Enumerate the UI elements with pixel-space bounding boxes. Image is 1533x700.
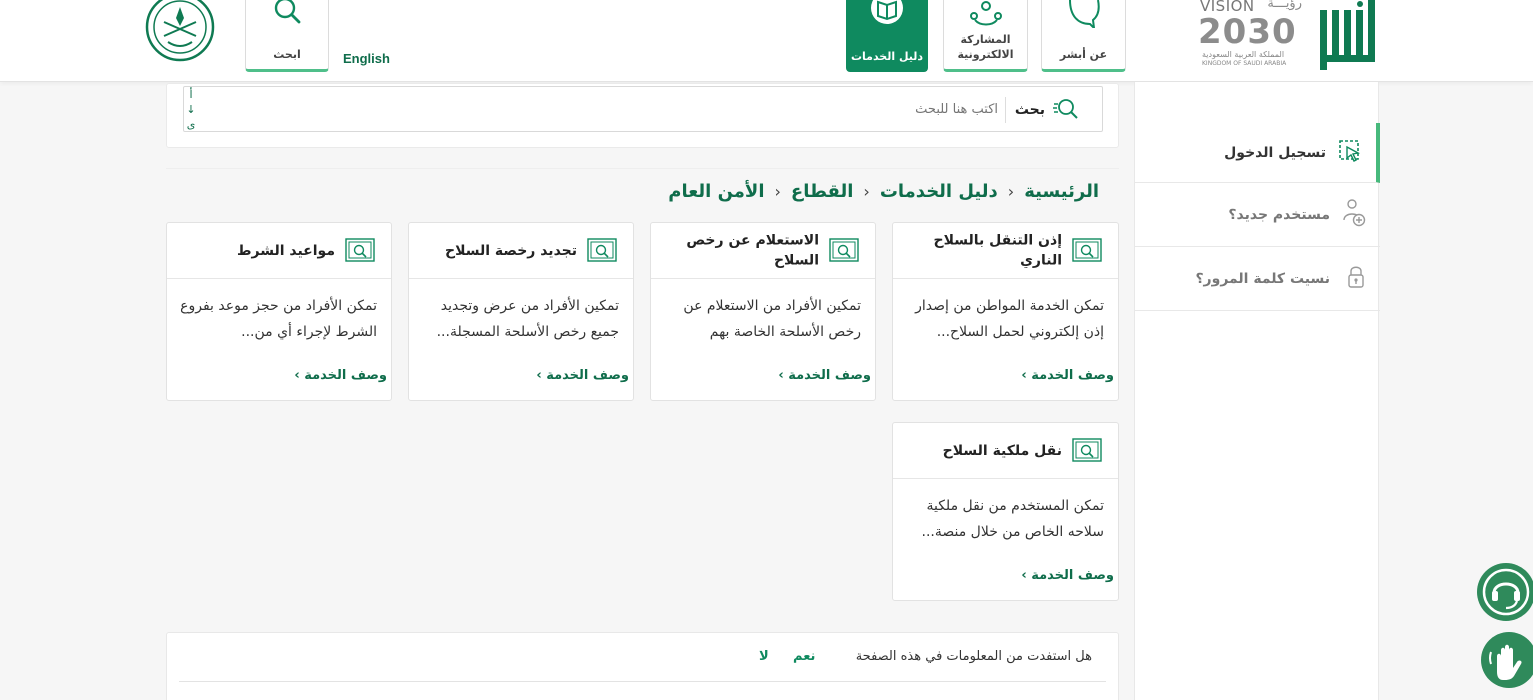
ministry-emblem-logo	[144, 0, 216, 62]
service-card[interactable]: إذن التنقل بالسلاح الناري تمكن الخدمة ال…	[892, 222, 1119, 401]
sidebar-item-label: مستخدم جديد؟	[1228, 206, 1330, 223]
nav-e-participation-label: المشاركة الالكترونية	[944, 33, 1027, 63]
people-network-icon	[966, 0, 1006, 32]
service-card-title: الاستعلام عن رخص السلاح	[686, 232, 819, 269]
sidebar-item-forgot-password[interactable]: نسيت كلمة المرور؟	[1135, 247, 1380, 311]
nav-about-absher[interactable]: عن أبشر	[1041, 0, 1126, 72]
nav-services-guide[interactable]: دليل الخدمات	[846, 0, 928, 72]
nav-e-participation[interactable]: المشاركة الالكترونية	[943, 0, 1028, 72]
service-card[interactable]: نقل ملكية السلاح تمكن المستخدم من نقل مل…	[892, 422, 1119, 601]
vision-year: 2030	[1198, 12, 1297, 52]
service-search-input[interactable]	[438, 95, 998, 123]
sort-top-letter: أ	[189, 88, 193, 101]
service-card-title: نقل ملكية السلاح	[942, 442, 1062, 459]
service-card-header: تجديد رخصة السلاح	[409, 223, 633, 279]
service-description-link[interactable]: وصف الخدمة ›	[294, 368, 387, 383]
sign-language-button[interactable]	[1481, 632, 1533, 688]
vision-2030-logo: VISION رؤيـــة 2030 المملكة العربية السع…	[1196, 0, 1308, 72]
service-card-header: نقل ملكية السلاح	[893, 423, 1118, 479]
breadcrumb-chevron-icon: ›	[863, 182, 870, 201]
breadcrumb-sector[interactable]: القطاع	[791, 181, 853, 202]
sidebar-item-login[interactable]: تسجيل الدخول	[1135, 123, 1380, 183]
service-card-header: الاستعلام عن رخص السلاح	[651, 223, 875, 279]
nav-e-participation-line1: المشاركة	[960, 33, 1011, 47]
sort-bottom-letter: ى	[186, 118, 196, 131]
service-card[interactable]: الاستعلام عن رخص السلاح تمكين الأفراد من…	[650, 222, 876, 401]
nav-services-guide-label: دليل الخدمات	[850, 50, 924, 64]
language-toggle-link[interactable]: English	[343, 51, 390, 66]
service-description-link[interactable]: وصف الخدمة ›	[1021, 568, 1114, 583]
service-search-icon	[587, 238, 617, 266]
sort-arrow-icon: ↓	[186, 103, 196, 116]
login-cursor-icon	[1338, 139, 1362, 167]
feedback-no-button[interactable]: لا	[759, 649, 769, 664]
service-search-icon	[1072, 238, 1102, 266]
lock-icon	[1346, 265, 1366, 293]
breadcrumb-chevron-icon: ›	[1007, 182, 1015, 201]
breadcrumb-services-guide[interactable]: دليل الخدمات	[880, 181, 998, 202]
service-card-title: إذن التنقل بالسلاح الناري	[933, 232, 1062, 269]
sidebar-item-label: تسجيل الدخول	[1224, 144, 1326, 161]
sidebar-item-new-user[interactable]: مستخدم جديد؟	[1135, 183, 1380, 247]
feedback-divider	[179, 681, 1106, 682]
nav-about-label: عن أبشر	[1059, 48, 1108, 62]
service-card-title: تجديد رخصة السلاح	[445, 242, 577, 259]
add-user-icon	[1342, 198, 1366, 232]
nav-search-label: ابحث	[273, 48, 301, 62]
service-card-description: تمكن الأفراد من حجز موعد بفروع الشرط لإج…	[180, 298, 377, 340]
service-description-link[interactable]: وصف الخدمة ›	[536, 368, 629, 383]
page-feedback-panel: هل استفدت من المعلومات في هذه الصفحة نعم…	[166, 632, 1119, 700]
service-card-description: تمكين الأفراد من عرض وتجديد جميع رخص الأ…	[436, 298, 619, 340]
breadcrumb: الرئيسية › دليل الخدمات › القطاع › الأمن…	[668, 181, 1099, 202]
service-search-icon	[1072, 438, 1102, 466]
service-card-header: مواعيد الشرط	[167, 223, 391, 279]
account-sidebar: تسجيل الدخول مستخدم جديد؟ نسيت كلمة المر…	[1134, 82, 1380, 700]
service-card-description: تمكن المستخدم من نقل ملكية سلاحه الخاص م…	[921, 498, 1105, 540]
absher-logo[interactable]	[1312, 0, 1380, 72]
search-icon	[269, 0, 305, 32]
vision-kingdom-ar: المملكة العربية السعودية	[1202, 50, 1285, 59]
sidebar-item-label: نسيت كلمة المرور؟	[1195, 270, 1330, 287]
service-search-box: أ ↓ ى بحث	[183, 86, 1103, 132]
vision-arabic: رؤيـــة	[1267, 0, 1302, 11]
feedback-yes-button[interactable]: نعم	[793, 649, 815, 664]
service-card[interactable]: تجديد رخصة السلاح تمكين الأفراد من عرض و…	[408, 222, 634, 401]
breadcrumb-public-security[interactable]: الأمن العام	[668, 181, 764, 202]
nav-search[interactable]: ابحث	[245, 0, 329, 72]
service-card-description: تمكن الخدمة المواطن من إصدار إذن إلكترون…	[915, 298, 1104, 340]
service-description-link[interactable]: وصف الخدمة ›	[1021, 368, 1114, 383]
headset-icon	[1482, 568, 1530, 616]
speech-bubble-icon	[1064, 0, 1104, 32]
service-card-title: مواعيد الشرط	[236, 242, 335, 259]
service-description-link[interactable]: وصف الخدمة ›	[778, 368, 871, 383]
breadcrumb-home[interactable]: الرئيسية	[1024, 181, 1099, 202]
book-icon	[867, 0, 907, 36]
search-divider	[1005, 97, 1006, 123]
sort-toggle[interactable]: أ ↓ ى	[186, 87, 196, 132]
feedback-question: هل استفدت من المعلومات في هذه الصفحة	[855, 649, 1092, 664]
service-card-header: إذن التنقل بالسلاح الناري	[893, 223, 1118, 279]
sign-language-hand-icon	[1489, 644, 1522, 680]
search-magnifier-icon[interactable]	[1052, 98, 1082, 124]
service-card-description: تمكين الأفراد من الاستعلام عن رخص الأسلح…	[683, 298, 861, 340]
vision-kingdom-en: KINGDOM OF SAUDI ARABIA	[1202, 60, 1287, 67]
top-header: VISION رؤيـــة 2030 المملكة العربية السع…	[0, 0, 1533, 82]
support-chat-button[interactable]	[1477, 563, 1533, 621]
service-card[interactable]: مواعيد الشرط تمكن الأفراد من حجز موعد بف…	[166, 222, 392, 401]
service-search-panel: أ ↓ ى بحث	[166, 83, 1119, 148]
breadcrumb-chevron-icon: ›	[774, 182, 781, 201]
nav-e-participation-line2: الالكترونية	[957, 48, 1014, 62]
service-search-icon	[345, 238, 375, 266]
search-label: بحث	[1014, 102, 1045, 118]
service-search-icon	[829, 238, 859, 266]
